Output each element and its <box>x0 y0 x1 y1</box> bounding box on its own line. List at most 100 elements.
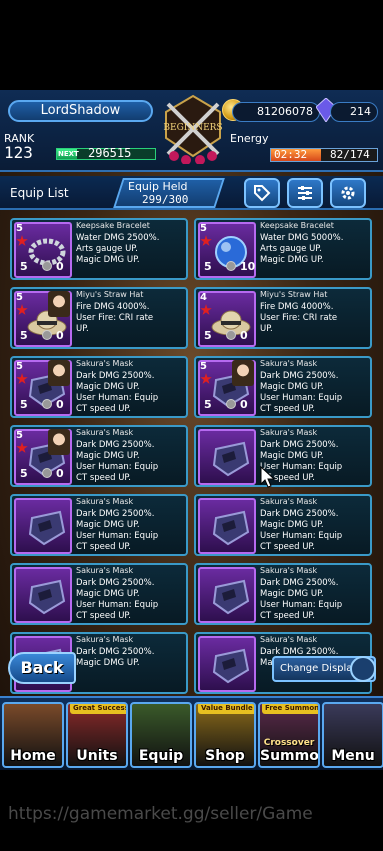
nav-shop[interactable]: Value Bundle Shop <box>194 702 256 768</box>
nav-menu[interactable]: Menu <box>322 702 383 768</box>
nav-label: Equip <box>138 748 184 764</box>
description-line: Magic DMG UP. <box>260 255 324 265</box>
description-line: User Fire: CRI rate <box>260 313 338 323</box>
equip-card[interactable]: Sakura's Mask Dark DMG 2500%.Magic DMG UP… <box>194 425 372 487</box>
description-line: Magic DMG UP. <box>76 255 140 265</box>
description-line: Dark DMG 2500%. <box>260 578 339 588</box>
item-level: 5 <box>20 329 28 342</box>
unit-avatar <box>232 360 254 386</box>
item-description: Water DMG 5000%. Arts gauge UP. Magic DMG … <box>260 233 370 266</box>
item-level: 5 <box>204 329 212 342</box>
gil-amount[interactable]: 81206078 <box>232 102 320 122</box>
settings-button[interactable] <box>330 178 366 208</box>
item-portrait <box>198 567 256 623</box>
description-line: UP. <box>260 324 273 334</box>
limit-break-value: 0 <box>56 467 64 480</box>
description-line: User Human: Equip <box>260 462 343 472</box>
energy-timer: 02:32 <box>274 148 308 161</box>
sort-icon <box>298 186 312 200</box>
equip-card[interactable]: Sakura's Mask Dark DMG 2500%.Magic DMG UP… <box>10 494 188 556</box>
equip-card[interactable]: Sakura's Mask Dark DMG 2500%.Magic DMG UP… <box>194 494 372 556</box>
description-line: Arts gauge UP. <box>260 244 322 254</box>
description-line: Dark DMG 2500%. <box>260 371 339 381</box>
limit-break-value: 0 <box>56 260 64 273</box>
mask-icon <box>212 441 250 477</box>
item-description: Dark DMG 2500%. Magic DMG UP. User Human: … <box>260 509 370 553</box>
description-line: Dark DMG 2500%. <box>76 371 155 381</box>
item-name: Sakura's Mask <box>76 497 134 506</box>
nav-label: Summon <box>260 748 319 764</box>
nav-label: Menu <box>331 748 375 764</box>
equip-card[interactable]: 5 5 0 Keepsake Bracelet Water DMG 2500%. Arts… <box>10 218 188 280</box>
description-line: CT speed UP. <box>260 473 315 483</box>
nav-units[interactable]: Great Success Rate UP Units <box>66 702 128 768</box>
description-line: Dark DMG 2500%. <box>260 509 339 519</box>
item-name: Sakura's Mask <box>260 428 318 437</box>
equip-card[interactable]: 5 5 0 Sakura's Mask Dark DMG 2500%. Magic DMG… <box>194 356 372 418</box>
item-name: Sakura's Mask <box>260 566 318 575</box>
item-level: 5 <box>20 398 28 411</box>
rarity-value: 4 <box>200 292 207 303</box>
back-button[interactable]: Back <box>8 652 76 684</box>
gear-icon <box>341 186 355 200</box>
limit-break-value: 0 <box>240 329 248 342</box>
tag-icon <box>254 185 271 202</box>
sort-button[interactable] <box>287 178 323 208</box>
description-line: Magic DMG UP. <box>260 382 324 392</box>
description-line: CT speed UP. <box>76 473 131 483</box>
nav-badge: Free Summon <box>262 704 318 714</box>
item-level: 5 <box>20 467 28 480</box>
player-name[interactable]: LordShadow <box>8 100 153 122</box>
description-line: Dark DMG 2500%. <box>76 647 155 657</box>
description-line: Dark DMG 2500%. <box>260 440 339 450</box>
mask-icon <box>212 648 250 684</box>
item-description: Fire DMG 4000%. User Fire: CRI rate UP. <box>260 302 370 335</box>
item-description: Dark DMG 2500%.Magic DMG UP. <box>76 647 186 669</box>
item-name: Sakura's Mask <box>260 635 318 644</box>
nav-equip[interactable]: Equip <box>130 702 192 768</box>
item-name: Sakura's Mask <box>76 428 134 437</box>
equip-grid: 5 5 0 Keepsake Bracelet Water DMG 2500%. Arts… <box>10 218 374 770</box>
nav-badge: Great Success Rate UP <box>70 704 126 714</box>
equip-card[interactable]: 4 5 0 Miyu's Straw Hat Fire DMG 4000%. User F… <box>194 287 372 349</box>
item-level: 5 <box>204 260 212 273</box>
beginners-crest-icon[interactable]: BEGINNERS <box>160 94 226 164</box>
equip-card[interactable]: Sakura's Mask Dark DMG 2500%.Magic DMG UP… <box>10 563 188 625</box>
description-line: Water DMG 2500%. <box>76 233 160 243</box>
unit-avatar <box>48 429 70 455</box>
tag-button[interactable] <box>244 178 280 208</box>
crest-text: BEGINNERS <box>163 123 222 133</box>
item-name: Sakura's Mask <box>76 359 134 368</box>
description-line: User Human: Equip <box>260 600 343 610</box>
nav-home[interactable]: Home <box>2 702 64 768</box>
mask-icon <box>28 510 66 546</box>
description-line: Magic DMG UP. <box>260 451 324 461</box>
equip-card[interactable]: 5 5 10 Keepsake Bracelet Water DMG 5000%. Art… <box>194 218 372 280</box>
item-description: Dark DMG 2500%. Magic DMG UP. User Human: … <box>76 440 186 484</box>
equip-card[interactable]: 5 5 0 Miyu's Straw Hat Fire DMG 4000%. User F… <box>10 287 188 349</box>
equip-card[interactable]: Sakura's Mask Dark DMG 2500%.Magic DMG UP… <box>194 563 372 625</box>
refresh-icon[interactable] <box>350 656 376 682</box>
pointer-cursor-icon <box>260 466 276 488</box>
nav-sublabel: Crossover <box>263 738 315 748</box>
item-portrait <box>198 636 256 692</box>
nav-label: Home <box>10 748 56 764</box>
rarity-value: 5 <box>16 292 23 303</box>
item-description: Dark DMG 2500%. Magic DMG UP. User Human: … <box>260 371 370 415</box>
description-line: Fire DMG 4000%. <box>260 302 334 312</box>
item-description: Dark DMG 2500%. Magic DMG UP. User Human: … <box>76 509 186 553</box>
equip-card[interactable]: 5 5 0 Sakura's Mask Dark DMG 2500%. Magic DMG… <box>10 425 188 487</box>
equip-list-title: Equip List <box>10 186 69 200</box>
description-line: User Human: Equip <box>76 393 159 403</box>
item-portrait <box>14 567 72 623</box>
item-level: 5 <box>204 398 212 411</box>
description-line: Fire DMG 4000%. <box>76 302 150 312</box>
description-line: Dark DMG 2500%. <box>76 509 155 519</box>
lapis-amount[interactable]: 214 <box>330 102 378 122</box>
equip-card[interactable]: 5 5 0 Sakura's Mask Dark DMG 2500%. Magic DMG… <box>10 356 188 418</box>
nav-summon[interactable]: Free Summon CrossoverSummon <box>258 702 320 768</box>
item-portrait <box>14 498 72 554</box>
rank-value: 123 <box>4 143 33 162</box>
mask-icon <box>28 579 66 615</box>
item-description: Water DMG 2500%. Arts gauge UP. Magic DMG … <box>76 233 186 266</box>
